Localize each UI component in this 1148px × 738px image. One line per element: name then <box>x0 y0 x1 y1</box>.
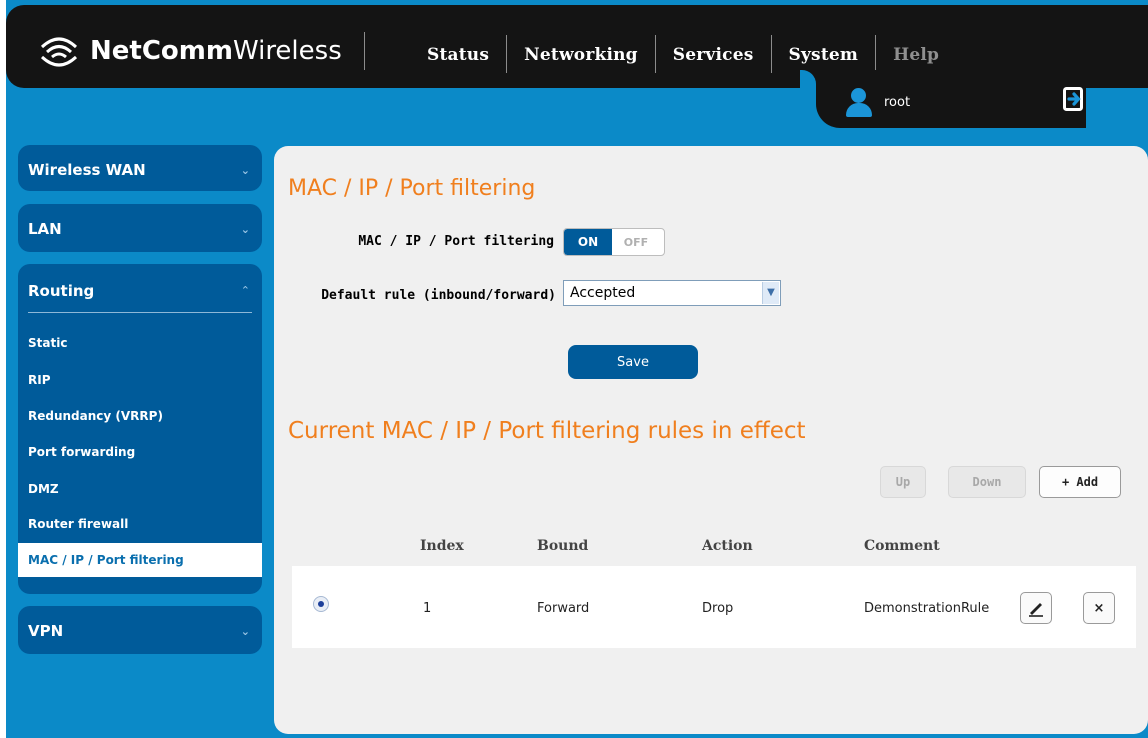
app-frame: NetCommWireless Status Networking Servic… <box>6 0 1148 738</box>
sidebar-lan-label: LAN <box>28 220 62 238</box>
nav-system[interactable]: System <box>770 35 876 73</box>
cell-index: 1 <box>423 601 432 616</box>
sidebar-item-static[interactable]: Static <box>28 336 67 350</box>
nav-status[interactable]: Status <box>410 35 506 73</box>
save-button[interactable]: Save <box>568 345 698 379</box>
column-header-action: Action <box>702 538 753 554</box>
brand-name: NetCommWireless <box>90 36 342 66</box>
nav-help[interactable]: Help <box>875 35 956 73</box>
user-info: root <box>846 88 911 117</box>
chevron-down-icon: ⌄ <box>240 223 250 236</box>
username: root <box>884 94 911 110</box>
nav-networking[interactable]: Networking <box>506 35 655 73</box>
sidebar-wireless-wan[interactable]: Wireless WAN ⌄ <box>18 145 262 191</box>
sidebar-routing-group: Routing ⌃ Static RIP Redundancy (VRRP) P… <box>18 264 262 594</box>
column-header-index: Index <box>420 538 464 554</box>
chevron-down-icon: ⌄ <box>240 164 250 177</box>
up-button[interactable]: Up <box>880 466 926 498</box>
sidebar-item-mac-ip-port-filtering[interactable]: MAC / IP / Port filtering <box>18 543 262 577</box>
filter-toggle[interactable]: ON OFF <box>563 228 665 256</box>
delete-button[interactable]: × <box>1083 592 1115 624</box>
pencil-icon <box>1029 603 1043 617</box>
sidebar-divider <box>28 312 252 313</box>
add-button[interactable]: + Add <box>1039 466 1121 498</box>
sidebar-routing-label[interactable]: Routing <box>28 282 94 300</box>
default-rule-label: Default rule (inbound/forward) <box>321 288 556 303</box>
logout-icon[interactable] <box>1063 87 1085 115</box>
default-rule-value: Accepted <box>570 285 636 301</box>
default-rule-select[interactable]: Accepted ▼ <box>563 280 781 306</box>
sidebar-item-router-firewall[interactable]: Router firewall <box>28 517 128 531</box>
sidebar-wireless-wan-label: Wireless WAN <box>28 161 146 179</box>
sidebar-vpn[interactable]: VPN ⌄ <box>18 606 262 654</box>
down-button[interactable]: Down <box>948 466 1026 498</box>
main-nav: Status Networking Services System Help <box>410 35 956 73</box>
content-panel: MAC / IP / Port filtering MAC / IP / Por… <box>274 146 1148 734</box>
toggle-off[interactable]: OFF <box>612 229 660 255</box>
sidebar-lan[interactable]: LAN ⌄ <box>18 204 262 252</box>
chevron-down-icon: ⌄ <box>240 625 250 638</box>
cell-action: Drop <box>702 601 734 616</box>
wireless-logo-icon <box>40 37 78 67</box>
filter-toggle-label: MAC / IP / Port filtering <box>358 234 554 249</box>
column-header-bound: Bound <box>537 538 589 554</box>
page-title: MAC / IP / Port filtering <box>288 176 536 201</box>
chevron-up-icon[interactable]: ⌃ <box>241 284 250 297</box>
brand-logo[interactable]: NetCommWireless <box>40 31 365 71</box>
column-header-comment: Comment <box>864 538 940 554</box>
sidebar-vpn-label: VPN <box>28 622 64 640</box>
sidebar-item-vrrp[interactable]: Redundancy (VRRP) <box>28 409 163 423</box>
chevron-down-icon[interactable]: ▼ <box>762 282 779 304</box>
edit-button[interactable] <box>1020 592 1052 624</box>
rules-title: Current MAC / IP / Port filtering rules … <box>288 418 806 444</box>
sidebar-item-port-forwarding[interactable]: Port forwarding <box>28 445 135 459</box>
close-icon: × <box>1093 600 1105 616</box>
sidebar-item-dmz[interactable]: DMZ <box>28 482 59 496</box>
cell-comment: DemonstrationRule <box>864 601 990 616</box>
header-divider <box>363 32 365 70</box>
brand-name-light: Wireless <box>232 36 342 66</box>
sidebar-item-rip[interactable]: RIP <box>28 373 51 387</box>
cell-bound: Forward <box>537 601 590 616</box>
toggle-on[interactable]: ON <box>564 229 612 255</box>
row-select-radio[interactable] <box>313 596 329 612</box>
user-icon <box>846 88 872 117</box>
brand-name-bold: NetComm <box>90 36 233 66</box>
nav-services[interactable]: Services <box>654 35 771 73</box>
